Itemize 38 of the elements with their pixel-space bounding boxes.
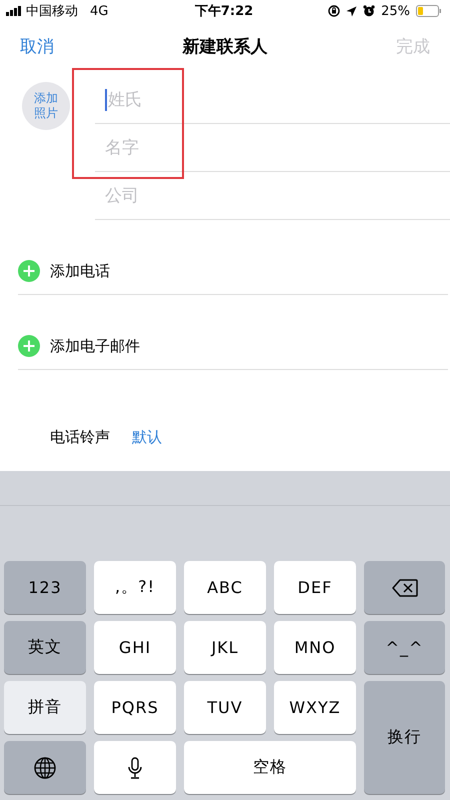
microphone-key[interactable]: [94, 741, 176, 794]
function-key[interactable]: ^_^: [364, 621, 445, 674]
letter-key[interactable]: WXYZ: [274, 681, 356, 734]
plus-icon: [18, 260, 40, 282]
carrier-name: 中国移动: [26, 3, 78, 20]
rotation-lock-icon: [328, 5, 340, 17]
microphone-icon: [128, 756, 142, 778]
letter-key[interactable]: MNO: [274, 621, 356, 674]
battery-percent: 25%: [381, 4, 410, 18]
return-key[interactable]: 换行: [364, 681, 445, 794]
space-key[interactable]: 空格: [184, 741, 356, 794]
location-icon: [346, 6, 358, 16]
globe-icon: [34, 756, 56, 778]
letter-key[interactable]: DEF: [274, 561, 356, 614]
letter-key[interactable]: JKL: [184, 621, 266, 674]
letter-key[interactable]: GHI: [94, 621, 176, 674]
ringtone-label: 电话铃声: [50, 428, 110, 447]
plus-icon: [18, 335, 40, 357]
cancel-button[interactable]: 取消: [20, 34, 54, 58]
letter-key[interactable]: ABC: [184, 561, 266, 614]
network-type: 4G: [90, 4, 108, 18]
ringtone-value: 默认: [132, 428, 162, 447]
status-time: 下午7:22: [194, 3, 254, 20]
screen-title: 新建联系人: [182, 36, 268, 58]
input-mode-key[interactable]: 英文: [4, 621, 86, 674]
delete-icon: [392, 578, 418, 596]
letter-key[interactable]: ,。?!: [94, 561, 176, 614]
letter-key[interactable]: PQRS: [94, 681, 176, 734]
input-mode-key[interactable]: 拼音: [4, 681, 86, 734]
letter-key[interactable]: TUV: [184, 681, 266, 734]
function-key[interactable]: 123: [4, 561, 86, 614]
add-row-button[interactable]: 添加电子邮件: [18, 323, 448, 370]
alarm-icon: [363, 5, 376, 17]
globe-key[interactable]: [4, 741, 86, 794]
signal-icon: [6, 6, 22, 16]
delete-key[interactable]: [364, 561, 445, 614]
battery-icon: [416, 5, 442, 17]
add-row-button[interactable]: 添加电话: [18, 248, 448, 295]
